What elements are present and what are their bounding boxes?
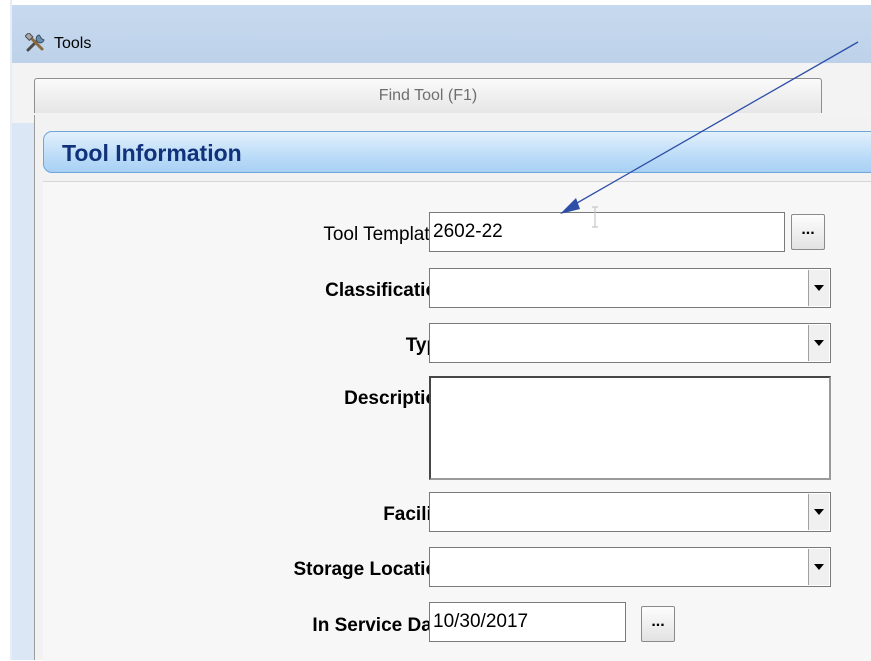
type-dropdown-button[interactable] <box>808 325 829 361</box>
tool-form: Tool Templates: 2602-22 ... Classificati… <box>43 181 871 661</box>
classification-dropdown-button[interactable] <box>808 270 829 306</box>
tool-templates-input[interactable]: 2602-22 <box>429 212 785 252</box>
in-service-date-picker-button[interactable]: ... <box>641 606 675 642</box>
classification-select[interactable] <box>429 268 831 308</box>
text-cursor-icon <box>592 206 598 228</box>
storage-location-select[interactable] <box>429 547 831 587</box>
chevron-down-icon <box>814 509 824 515</box>
chevron-down-icon <box>814 285 824 291</box>
tools-icon <box>25 33 45 52</box>
description-textarea[interactable] <box>429 376 831 480</box>
facility-dropdown-button[interactable] <box>808 494 829 530</box>
left-window-edge <box>0 0 12 660</box>
chevron-down-icon <box>814 340 824 346</box>
tool-panel: Tool Information Tool Templates: 2602-22… <box>34 115 871 661</box>
in-service-date-input[interactable]: 10/30/2017 <box>429 602 626 642</box>
tab-bar: Find Tool (F1) <box>12 63 871 123</box>
section-title: Tool Information <box>62 140 242 166</box>
section-header[interactable]: Tool Information <box>43 131 871 173</box>
tool-templates-browse-button[interactable]: ... <box>791 214 825 250</box>
title-bar[interactable]: Tools <box>12 5 871 63</box>
storage-location-dropdown-button[interactable] <box>808 549 829 585</box>
type-select[interactable] <box>429 323 831 363</box>
tab-find-tool[interactable]: Find Tool (F1) <box>34 78 822 113</box>
window-title: Tools <box>54 35 92 52</box>
facility-select[interactable] <box>429 492 831 532</box>
tools-window: Tools Find Tool (F1) Tool Information To… <box>12 5 871 661</box>
chevron-down-icon <box>814 564 824 570</box>
